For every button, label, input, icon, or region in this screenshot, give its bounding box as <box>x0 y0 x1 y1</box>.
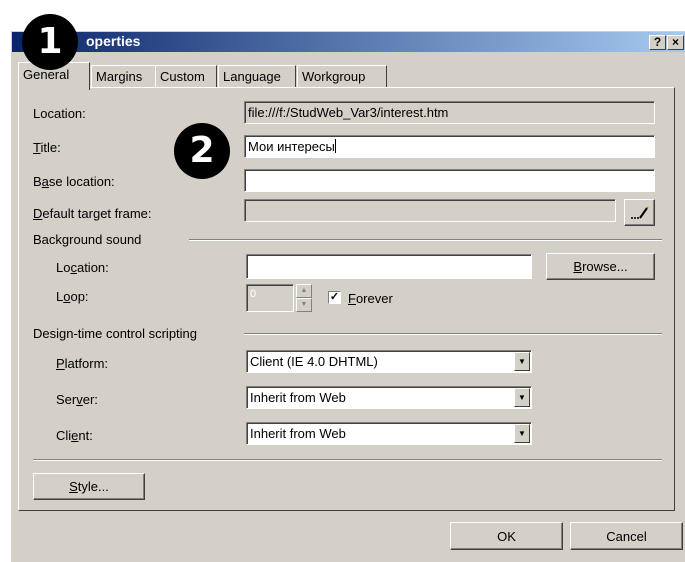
tab-custom[interactable]: Custom <box>155 65 217 88</box>
spin-up-icon: ▲ <box>296 284 312 298</box>
window-title: operties <box>86 33 141 49</box>
browse-button[interactable]: Browse... <box>546 253 655 280</box>
forever-label[interactable]: Forever <box>348 291 393 306</box>
forever-checkbox[interactable]: ✓ <box>328 291 341 304</box>
dropdown-arrow-icon[interactable]: ▼ <box>514 424 530 443</box>
title-field[interactable]: Мои интересы <box>244 135 655 158</box>
platform-select[interactable]: Client (IE 4.0 DHTML) ▼ <box>246 350 532 373</box>
title-bar[interactable]: operties ? × <box>12 32 685 52</box>
server-label: Server: <box>56 392 98 407</box>
cancel-button[interactable]: Cancel <box>570 522 683 550</box>
client-value: Inherit from Web <box>250 426 346 441</box>
loop-spinner: ▲ ▼ <box>296 284 312 312</box>
spin-down-icon: ▼ <box>296 298 312 312</box>
client-label: Client: <box>56 428 93 443</box>
step-badge-2: 2 <box>174 123 230 179</box>
dropdown-arrow-icon[interactable]: ▼ <box>514 388 530 407</box>
base-location-field[interactable] <box>244 169 655 192</box>
help-button[interactable]: ? <box>649 35 666 50</box>
platform-value: Client (IE 4.0 DHTML) <box>250 354 378 369</box>
style-button[interactable]: Style... <box>33 473 145 500</box>
scripting-separator <box>244 333 662 335</box>
location-label: Location: <box>33 106 86 121</box>
server-value: Inherit from Web <box>250 390 346 405</box>
server-select[interactable]: Inherit from Web ▼ <box>246 386 532 409</box>
step-badge-1: 1 <box>22 14 78 70</box>
background-sound-heading: Background sound <box>33 232 142 247</box>
text-caret <box>334 139 336 153</box>
location-field: file:///f:/StudWeb_Var3/interest.htm <box>244 101 655 124</box>
client-select[interactable]: Inherit from Web ▼ <box>246 422 532 445</box>
style-separator <box>33 459 662 461</box>
tab-workgroup[interactable]: Workgroup <box>297 65 387 88</box>
platform-label: Platform: <box>56 356 109 371</box>
dropdown-arrow-icon[interactable]: ▼ <box>514 352 530 371</box>
scripting-heading: Design-time control scripting <box>33 326 198 341</box>
tab-language[interactable]: Language <box>218 65 296 88</box>
title-label: Title: <box>33 140 61 155</box>
background-sound-separator <box>189 239 662 241</box>
default-target-frame-field <box>244 199 616 222</box>
sound-location-field[interactable] <box>246 254 532 279</box>
close-button[interactable]: × <box>667 35 684 50</box>
pencil-icon <box>631 206 649 219</box>
sound-location-label: Location: <box>56 260 109 275</box>
pick-target-frame-button[interactable] <box>624 199 655 226</box>
base-location-label: Base location: <box>33 174 115 189</box>
loop-count-field: 0 <box>246 284 294 312</box>
title-field-value: Мои интересы <box>248 139 335 154</box>
ok-button[interactable]: OK <box>450 522 563 550</box>
default-target-frame-label: Default target frame: <box>33 206 152 221</box>
loop-label: Loop: <box>56 289 89 304</box>
